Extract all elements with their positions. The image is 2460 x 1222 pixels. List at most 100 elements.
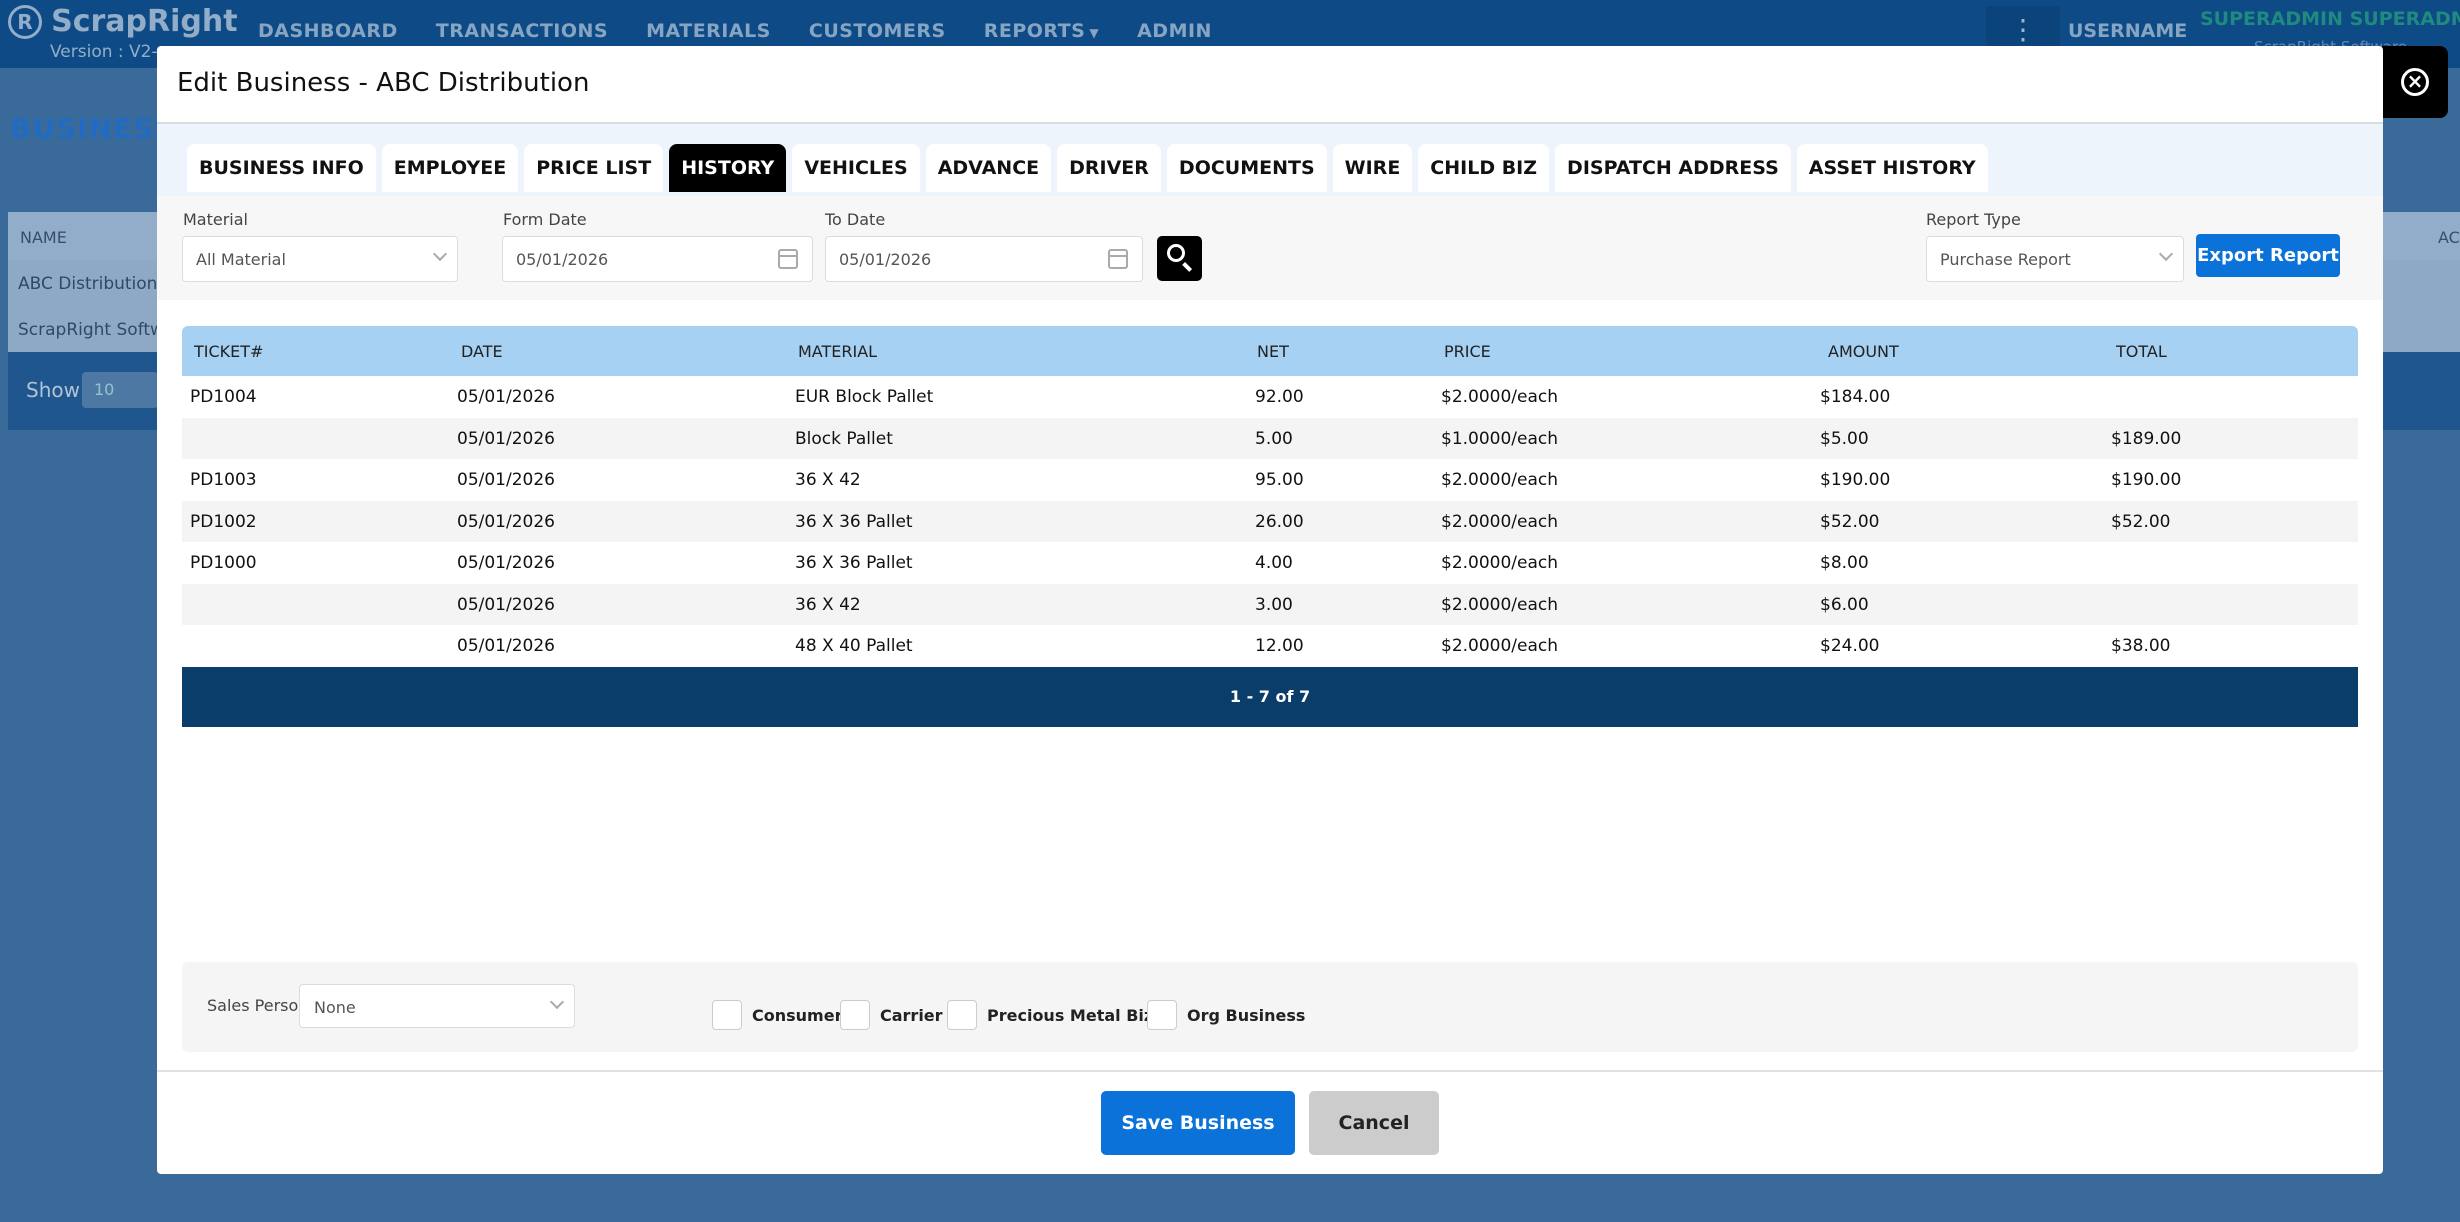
header-action: AC bbox=[2438, 228, 2460, 247]
search-button[interactable] bbox=[1157, 236, 1202, 281]
total-cell: $38.00 bbox=[2111, 636, 2171, 656]
from-date-input[interactable]: 05/01/2026 bbox=[502, 236, 813, 282]
chevron-down-icon bbox=[549, 994, 565, 1010]
consumer-checkbox[interactable] bbox=[712, 1000, 742, 1030]
carrier-label: Carrier bbox=[880, 1005, 943, 1025]
amount-cell: $5.00 bbox=[1820, 428, 1869, 449]
history-table: TICKET# DATE MATERIAL NET PRICE AMOUNT T… bbox=[182, 326, 2358, 727]
main-nav: DASHBOARD TRANSACTIONS MATERIALS CUSTOME… bbox=[258, 20, 1212, 42]
date-cell: 05/01/2026 bbox=[457, 553, 555, 573]
tab-vehicles[interactable]: VEHICLES bbox=[792, 144, 920, 192]
net-cell: 3.00 bbox=[1255, 594, 1293, 615]
precious-metal-biz-label: Precious Metal Biz bbox=[987, 1005, 1154, 1025]
material-select-value: All Material bbox=[196, 250, 286, 269]
precious-metal-biz-checkbox[interactable] bbox=[947, 1000, 977, 1030]
col-date[interactable]: DATE bbox=[461, 342, 503, 361]
date-cell: 05/01/2026 bbox=[457, 511, 555, 532]
save-business-button[interactable]: Save Business bbox=[1101, 1091, 1295, 1155]
close-modal-button[interactable]: × bbox=[2382, 46, 2448, 118]
ticket-cell: PD1003 bbox=[190, 470, 257, 490]
tab-business-info[interactable]: BUSINESS INFO bbox=[187, 144, 376, 192]
material-cell: 36 X 42 bbox=[795, 470, 861, 490]
date-cell: 05/01/2026 bbox=[457, 428, 555, 449]
tab-price-list[interactable]: PRICE LIST bbox=[524, 144, 664, 192]
col-total[interactable]: TOTAL bbox=[2116, 342, 2167, 361]
material-cell: Block Pallet bbox=[795, 428, 893, 449]
tab-asset-history[interactable]: ASSET HISTORY bbox=[1796, 144, 1988, 192]
material-cell: 48 X 40 Pallet bbox=[795, 636, 913, 656]
edit-business-modal: Edit Business - ABC Distribution BUSINES… bbox=[157, 46, 2383, 1174]
nav-admin[interactable]: ADMIN bbox=[1137, 20, 1212, 42]
tab-driver[interactable]: DRIVER bbox=[1057, 144, 1161, 192]
tab-history[interactable]: HISTORY bbox=[669, 144, 787, 192]
amount-cell: $6.00 bbox=[1820, 594, 1869, 615]
precious-metal-biz-option: Precious Metal Biz bbox=[947, 1000, 1153, 1030]
ticket-cell: PD1004 bbox=[190, 387, 257, 407]
price-cell: $2.0000/each bbox=[1441, 594, 1559, 615]
sales-person-value: None bbox=[314, 998, 356, 1017]
header-name: NAME bbox=[20, 228, 67, 247]
table-row[interactable]: PD1003 05/01/2026 36 X 42 95.00 $2.0000/each… bbox=[182, 459, 2358, 501]
net-cell: 5.00 bbox=[1255, 428, 1293, 449]
amount-cell: $52.00 bbox=[1820, 511, 1880, 532]
price-cell: $2.0000/each bbox=[1441, 511, 1559, 532]
amount-cell: $24.00 bbox=[1820, 636, 1880, 656]
tab-wire[interactable]: WIRE bbox=[1332, 144, 1413, 192]
date-cell: 05/01/2026 bbox=[457, 387, 555, 407]
nav-reports[interactable]: REPORTS ▼ bbox=[984, 20, 1099, 42]
consumer-option: Consumer bbox=[712, 1000, 842, 1030]
nav-customers[interactable]: CUSTOMERS bbox=[809, 20, 946, 42]
org-business-option: Org Business bbox=[1147, 1000, 1305, 1030]
nav-materials[interactable]: MATERIALS bbox=[646, 20, 771, 42]
page-title: BUSINESS bbox=[10, 112, 175, 145]
user-name[interactable]: SUPERADMIN SUPERADMIN bbox=[2200, 8, 2460, 30]
export-report-button[interactable]: Export Report bbox=[2196, 234, 2340, 277]
price-cell: $2.0000/each bbox=[1441, 387, 1559, 407]
net-cell: 95.00 bbox=[1255, 470, 1304, 490]
total-cell: $190.00 bbox=[2111, 470, 2182, 490]
material-label: Material bbox=[183, 210, 248, 229]
tab-dispatch-address[interactable]: DISPATCH ADDRESS bbox=[1555, 144, 1791, 192]
brand[interactable]: R ScrapRight Version : V2- bbox=[8, 4, 238, 62]
to-date-input[interactable]: 05/01/2026 bbox=[825, 236, 1143, 282]
calendar-icon[interactable] bbox=[778, 249, 798, 269]
material-cell: 36 X 36 Pallet bbox=[795, 553, 913, 573]
date-cell: 05/01/2026 bbox=[457, 594, 555, 615]
material-select[interactable]: All Material bbox=[182, 236, 458, 282]
ticket-cell: PD1002 bbox=[190, 511, 257, 532]
tab-documents[interactable]: DOCUMENTS bbox=[1166, 144, 1327, 192]
table-row[interactable]: PD1000 05/01/2026 36 X 36 Pallet 4.00 $2.000… bbox=[182, 542, 2358, 584]
history-filters: Material All Material Form Date 05/01/20… bbox=[157, 196, 2383, 300]
amount-cell: $190.00 bbox=[1820, 470, 1891, 490]
table-row[interactable]: PD1004 05/01/2026 EUR Block Pallet 92.00 $2.… bbox=[182, 376, 2358, 418]
price-cell: $2.0000/each bbox=[1441, 470, 1559, 490]
table-row[interactable]: 05/01/2026 48 X 40 Pallet 12.00 $2.0000/eac… bbox=[182, 625, 2358, 667]
tab-employee[interactable]: EMPLOYEE bbox=[381, 144, 519, 192]
org-business-checkbox[interactable] bbox=[1147, 1000, 1177, 1030]
col-net[interactable]: NET bbox=[1257, 342, 1289, 361]
col-ticket[interactable]: TICKET# bbox=[194, 342, 263, 361]
table-row[interactable]: 05/01/2026 Block Pallet 5.00 $1.0000/each $5… bbox=[182, 417, 2358, 459]
carrier-checkbox[interactable] bbox=[840, 1000, 870, 1030]
sales-person-select[interactable]: None bbox=[299, 984, 575, 1028]
tab-child-biz[interactable]: CHILD BIZ bbox=[1418, 144, 1550, 192]
from-date-value: 05/01/2026 bbox=[516, 250, 609, 269]
col-material[interactable]: MATERIAL bbox=[798, 342, 877, 361]
table-row[interactable]: 05/01/2026 36 X 42 3.00 $2.0000/each $6.00 bbox=[182, 583, 2358, 625]
tab-advance[interactable]: ADVANCE bbox=[925, 144, 1052, 192]
amount-cell: $8.00 bbox=[1820, 553, 1869, 573]
total-cell: $52.00 bbox=[2111, 511, 2171, 532]
show-label: Show bbox=[26, 378, 80, 402]
col-amount[interactable]: AMOUNT bbox=[1828, 342, 1899, 361]
page-size-select[interactable]: 10 bbox=[82, 372, 158, 408]
to-date-value: 05/01/2026 bbox=[839, 250, 932, 269]
cancel-button[interactable]: Cancel bbox=[1309, 1091, 1439, 1155]
total-cell: $189.00 bbox=[2111, 428, 2182, 449]
col-price[interactable]: PRICE bbox=[1444, 342, 1491, 361]
table-row[interactable]: PD1002 05/01/2026 36 X 36 Pallet 26.00 $2.00… bbox=[182, 500, 2358, 542]
calendar-icon[interactable] bbox=[1108, 249, 1128, 269]
nav-dashboard[interactable]: DASHBOARD bbox=[258, 20, 398, 42]
to-date-label: To Date bbox=[825, 210, 886, 229]
nav-transactions[interactable]: TRANSACTIONS bbox=[436, 20, 608, 42]
report-type-select[interactable]: Purchase Report bbox=[1926, 236, 2184, 282]
